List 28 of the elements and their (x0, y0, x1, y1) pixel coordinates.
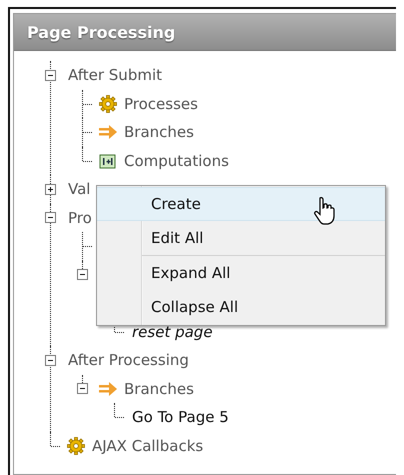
tree-node[interactable]: Processes (124, 94, 198, 113)
panel-title: Page Processing (27, 22, 176, 42)
tree-node[interactable]: After Processing (68, 351, 189, 370)
expand-toggle[interactable] (45, 184, 56, 195)
arrow-icon (98, 123, 118, 142)
collapse-toggle[interactable] (77, 269, 88, 280)
tree-node[interactable]: Pro (68, 208, 92, 227)
collapse-toggle[interactable] (45, 212, 56, 224)
gear-icon (66, 436, 86, 455)
collapse-toggle[interactable] (77, 383, 88, 394)
hand-cursor-icon (312, 196, 336, 226)
menu-item[interactable]: Expand All (97, 256, 385, 290)
tree-node[interactable]: Branches (124, 123, 194, 142)
tree-node[interactable]: After Submit (68, 66, 162, 84)
tree-node[interactable]: AJAX Callbacks (92, 436, 204, 455)
menu-item[interactable]: Edit All (97, 221, 385, 255)
tree-node[interactable]: Computations (124, 152, 229, 170)
menu-item[interactable]: Collapse All (97, 290, 385, 324)
gear-icon (98, 94, 118, 113)
arrow-icon (98, 380, 118, 398)
collapse-toggle[interactable] (45, 70, 56, 81)
collapse-toggle[interactable] (45, 354, 56, 366)
tree-node[interactable]: reset page (132, 322, 213, 341)
tree-node[interactable]: Go To Page 5 (132, 408, 229, 426)
tree-node[interactable]: Val (68, 180, 90, 198)
calculator-icon (98, 152, 118, 170)
tree-node[interactable]: Branches (124, 380, 194, 398)
menu-item[interactable]: Create (97, 187, 385, 221)
